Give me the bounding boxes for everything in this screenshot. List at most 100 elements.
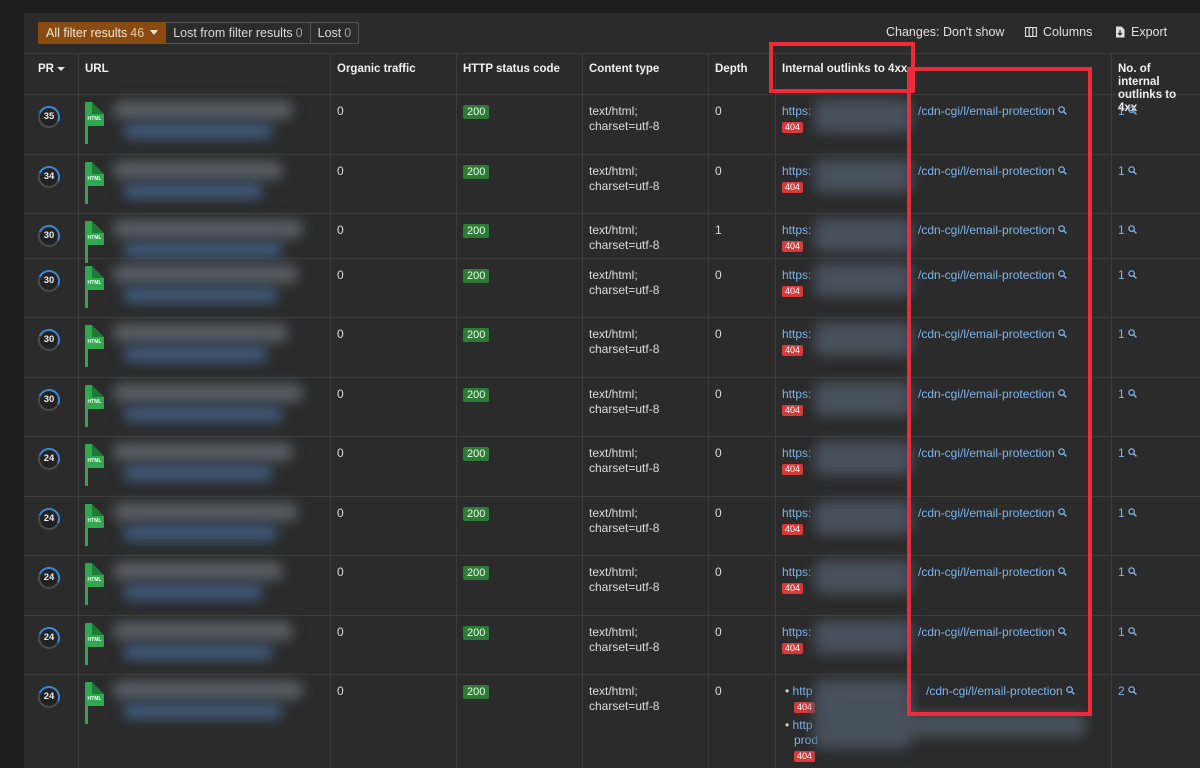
- outlink-url-link[interactable]: https:: [782, 104, 811, 118]
- outlink-url-link[interactable]: https:: [782, 327, 811, 341]
- header-content-type[interactable]: Content type: [582, 54, 708, 95]
- table-row[interactable]: 34 HTML 0 200 text/html; charset=utf-8 0: [24, 155, 1200, 214]
- header-pr[interactable]: PR: [24, 54, 78, 95]
- num-outlinks-link[interactable]: 1: [1118, 223, 1137, 237]
- header-internal-outlinks-4xx[interactable]: Internal outlinks to 4xx: [775, 54, 1111, 95]
- outlink-path-link[interactable]: /cdn-cgi/l/email-protection: [918, 565, 1067, 580]
- export-button[interactable]: Export: [1115, 25, 1167, 39]
- outlink-url-link[interactable]: https:: [782, 268, 811, 282]
- header-num-internal-outlinks-4xx[interactable]: No. of internal outlinks to 4xx: [1111, 54, 1200, 114]
- num-outlinks-link[interactable]: 1: [1118, 164, 1137, 178]
- outlink-path-link[interactable]: /cdn-cgi/l/email-protection: [918, 164, 1067, 179]
- search-icon[interactable]: [1057, 329, 1067, 339]
- outlink-path-link[interactable]: /cdn-cgi/l/email-protection: [918, 446, 1067, 461]
- search-icon[interactable]: [1127, 389, 1137, 399]
- num-outlinks-link[interactable]: 2: [1118, 684, 1137, 698]
- outlink-path-link[interactable]: /cdn-cgi/l/email-protection: [918, 268, 1067, 283]
- search-icon[interactable]: [1127, 329, 1137, 339]
- search-icon[interactable]: [1127, 225, 1137, 235]
- table-row[interactable]: 30 HTML 0 200 text/html; charset=utf-8 0: [24, 378, 1200, 437]
- redacted-url-blur: [836, 713, 1086, 737]
- search-icon[interactable]: [1057, 567, 1067, 577]
- html-file-icon: HTML: [85, 325, 104, 349]
- table-row[interactable]: 35 HTML 0 200 text/html; charset=utf-8 0: [24, 95, 1200, 155]
- outlink-path-link[interactable]: /cdn-cgi/l/email-protection: [918, 104, 1067, 119]
- search-icon[interactable]: [1127, 627, 1137, 637]
- search-icon[interactable]: [1057, 627, 1067, 637]
- outlink-url-link[interactable]: http: [793, 684, 813, 698]
- header-content-type-label: Content type: [589, 63, 660, 75]
- search-icon[interactable]: [1057, 508, 1067, 518]
- search-icon[interactable]: [1127, 686, 1137, 696]
- search-icon[interactable]: [1065, 686, 1075, 696]
- table-row[interactable]: 24 HTML 0 200 text/html; charset=utf-8 0: [24, 556, 1200, 616]
- internal-outlinks-4xx-cell: https: 404 /cdn-cgi/l/email-protection: [775, 616, 1111, 674]
- html-file-label: HTML: [87, 235, 102, 241]
- outlink-path-link[interactable]: /cdn-cgi/l/email-protection: [918, 387, 1067, 402]
- organic-traffic-value: 0: [337, 387, 344, 401]
- table-row[interactable]: 24 HTML 0 200 text/html; charset=utf-8 0: [24, 497, 1200, 556]
- search-icon[interactable]: [1127, 270, 1137, 280]
- lost-from-filter-results-button[interactable]: Lost from filter results 0: [166, 22, 311, 44]
- internal-outlinks-4xx-cell: https: 404 /cdn-cgi/l/email-protection: [775, 214, 1111, 258]
- http-status-cell: 200: [456, 214, 582, 258]
- table-row[interactable]: 30 HTML 0 200 text/html; charset=utf-8 0: [24, 318, 1200, 378]
- num-outlinks-link[interactable]: 1: [1118, 268, 1137, 282]
- num-outlinks-link[interactable]: 1: [1118, 387, 1137, 401]
- search-icon[interactable]: [1127, 166, 1137, 176]
- outlink-path-link[interactable]: /cdn-cgi/l/email-protection: [918, 506, 1067, 521]
- header-url[interactable]: URL: [78, 54, 330, 95]
- search-icon[interactable]: [1127, 508, 1137, 518]
- page-rating-gauge: 24: [34, 623, 64, 653]
- outlink-path-text: /cdn-cgi/l/email-protection: [918, 387, 1055, 401]
- outlink-url-link[interactable]: https:: [782, 223, 811, 237]
- changes-toggle-button[interactable]: Changes: Don't show: [886, 25, 1004, 39]
- search-icon[interactable]: [1127, 448, 1137, 458]
- outlink-path-link[interactable]: /cdn-cgi/l/email-protection: [918, 223, 1067, 238]
- outlink-url-link[interactable]: https:: [782, 506, 811, 520]
- outlink-path-link[interactable]: /cdn-cgi/l/email-protection: [918, 327, 1067, 342]
- html-file-icon: HTML: [85, 563, 104, 587]
- search-icon[interactable]: [1057, 270, 1067, 280]
- html-file-icon: HTML: [85, 504, 104, 528]
- page-rating-arc: [34, 266, 64, 296]
- num-outlinks-link[interactable]: 1: [1118, 625, 1137, 639]
- columns-button[interactable]: Columns: [1025, 25, 1092, 39]
- outlink-url-link[interactable]: https:: [782, 625, 811, 639]
- table-row[interactable]: 30 HTML 0 200 text/html; charset=utf-8 0: [24, 259, 1200, 318]
- search-icon[interactable]: [1127, 567, 1137, 577]
- search-icon[interactable]: [1057, 106, 1067, 116]
- header-organic-traffic[interactable]: Organic traffic: [330, 54, 456, 95]
- search-icon[interactable]: [1057, 448, 1067, 458]
- num-outlinks-link[interactable]: 1: [1118, 327, 1137, 341]
- table-row[interactable]: 30 HTML 0 200 text/html; charset=utf-8 1: [24, 214, 1200, 263]
- outlink-url-link[interactable]: http: [793, 718, 813, 732]
- outlink-path-text: /cdn-cgi/l/email-protection: [918, 327, 1055, 341]
- redacted-url-blur: [123, 242, 283, 258]
- outlink-url-link[interactable]: https:: [782, 446, 811, 460]
- header-depth[interactable]: Depth: [708, 54, 775, 95]
- redacted-url-blur: [113, 220, 303, 238]
- table-row[interactable]: 24 HTML 0 200 text/html; charset=utf-8 0: [24, 437, 1200, 497]
- num-outlinks-link[interactable]: 1: [1118, 506, 1137, 520]
- search-icon[interactable]: [1057, 225, 1067, 235]
- lost-button[interactable]: Lost 0: [310, 22, 360, 44]
- table-row[interactable]: 24 HTML 0 200 text/html; charset=utf-8 0: [24, 616, 1200, 675]
- outlink-path-link[interactable]: /cdn-cgi/l/email-protection: [918, 625, 1067, 640]
- all-filter-results-button[interactable]: All filter results 46: [38, 22, 167, 44]
- html-file-icon-tail: [85, 349, 88, 367]
- outlink-path-link[interactable]: /cdn-cgi/l/email-protection: [926, 684, 1075, 699]
- header-http-status[interactable]: HTTP status code: [456, 54, 582, 95]
- num-outlinks-link[interactable]: 1: [1118, 446, 1137, 460]
- num-outlinks-link[interactable]: 1: [1118, 104, 1137, 118]
- search-icon[interactable]: [1127, 106, 1137, 116]
- redacted-url-blur: [113, 324, 288, 342]
- search-icon[interactable]: [1057, 166, 1067, 176]
- num-outlinks-link[interactable]: 1: [1118, 565, 1137, 579]
- outlink-url-link[interactable]: https:: [782, 164, 811, 178]
- outlink-url-link[interactable]: https:: [782, 387, 811, 401]
- outlink-url-link[interactable]: https:: [782, 565, 811, 579]
- search-icon[interactable]: [1057, 389, 1067, 399]
- table-row[interactable]: 24 HTML 0 200 text/html; charset=utf-8 0: [24, 675, 1200, 768]
- content-type-cell: text/html; charset=utf-8: [582, 214, 708, 258]
